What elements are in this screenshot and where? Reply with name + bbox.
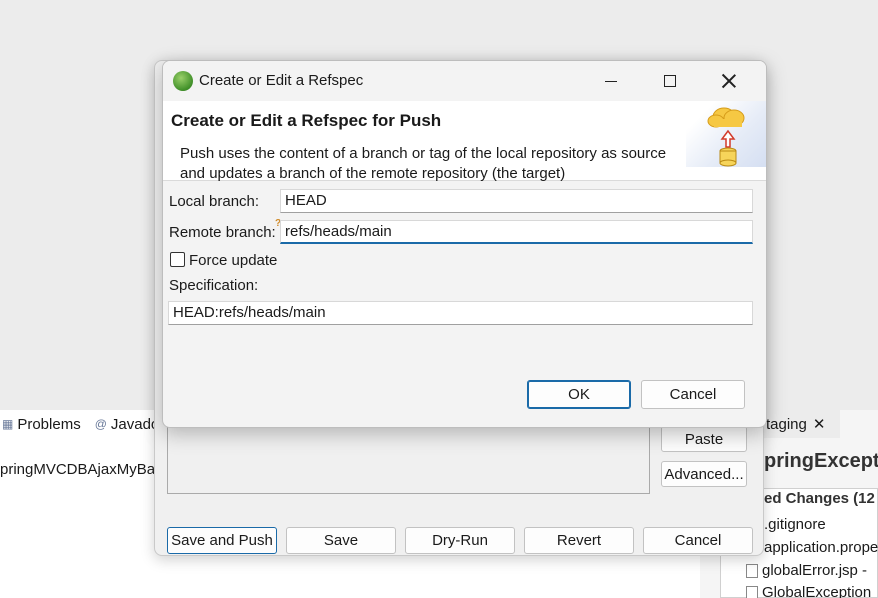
maximize-icon xyxy=(664,75,676,87)
remote-branch-field[interactable]: refs/heads/main xyxy=(280,220,753,244)
list-item[interactable]: application.prope xyxy=(746,539,878,556)
dry-run-button[interactable]: Dry-Run xyxy=(405,527,515,554)
eclipse-app-icon xyxy=(173,71,193,91)
ok-button[interactable]: OK xyxy=(527,380,631,409)
problems-icon: ▦ xyxy=(2,417,14,431)
close-icon xyxy=(722,74,736,88)
project-name-text: pringMVCDBAjaxMyBa xyxy=(0,461,156,478)
close-button[interactable] xyxy=(700,61,758,101)
maximize-button[interactable] xyxy=(641,61,699,101)
page-title: Create or Edit a Refspec for Push xyxy=(171,111,442,130)
file-name: application.prope xyxy=(764,539,878,556)
local-branch-field[interactable]: HEAD xyxy=(280,189,753,213)
force-update-checkbox[interactable] xyxy=(170,252,185,267)
staging-repo-title: pringExcept xyxy=(764,450,878,472)
list-item[interactable]: GlobalException xyxy=(746,584,871,598)
file-name: GlobalException xyxy=(762,584,872,598)
refspec-list-area xyxy=(167,426,650,494)
window-title: Create or Edit a Refspec xyxy=(199,72,364,89)
local-branch-label: Local branch: xyxy=(169,193,260,210)
refspec-dialog: Create or Edit a Refspec Create or Edit … xyxy=(162,60,767,428)
remote-branch-label: Remote branch: xyxy=(169,224,276,241)
file-icon xyxy=(746,586,758,598)
list-item[interactable]: globalError.jsp - xyxy=(746,562,867,579)
paste-button[interactable]: Paste xyxy=(661,426,747,452)
file-name: .gitignore xyxy=(764,516,826,533)
ide-view-tabs: ▦ Problems @ Javado xyxy=(0,410,161,438)
minimize-button[interactable] xyxy=(582,61,640,101)
tab-problems[interactable]: ▦ Problems xyxy=(0,416,83,433)
save-and-push-button[interactable]: Save and Push xyxy=(167,527,277,554)
force-update-label: Force update xyxy=(189,252,278,269)
specification-field: HEAD:refs/heads/main xyxy=(168,301,753,325)
cancel-parent-button[interactable]: Cancel xyxy=(643,527,753,554)
tab-javadoc-label: Javado xyxy=(110,415,160,433)
tab-javadoc[interactable]: @ Javado xyxy=(93,416,162,433)
at-icon: @ xyxy=(94,417,107,431)
cloud-push-icon xyxy=(707,107,745,167)
revert-button[interactable]: Revert xyxy=(524,527,634,554)
cancel-button[interactable]: Cancel xyxy=(641,380,745,409)
staging-section-header: ed Changes (12 xyxy=(764,490,875,507)
specification-label: Specification: xyxy=(169,277,259,294)
advanced-button[interactable]: Advanced... xyxy=(661,461,747,487)
save-button[interactable]: Save xyxy=(286,527,396,554)
file-name: globalError.jsp - xyxy=(762,562,868,579)
close-icon[interactable]: ✕ xyxy=(813,415,826,433)
file-icon xyxy=(746,564,758,578)
tab-git-staging-label: taging xyxy=(766,415,807,433)
wizard-banner: Create or Edit a Refspec for Push Push u… xyxy=(163,101,766,182)
title-bar[interactable]: Create or Edit a Refspec xyxy=(163,61,766,101)
minimize-icon xyxy=(605,80,617,82)
tab-problems-label: Problems xyxy=(17,415,81,433)
page-description: Push uses the content of a branch or tag… xyxy=(180,145,667,182)
